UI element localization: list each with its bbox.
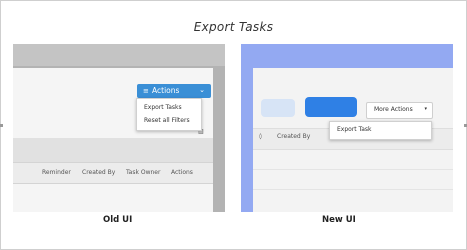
actions-button[interactable]: ≡ Actions ⌄: [137, 84, 211, 98]
column-header-created-by[interactable]: Created By: [277, 133, 310, 140]
new-ui-screenshot: More Actions ▾ ◊ Created By Export Task: [241, 44, 453, 212]
list-icon: ≡: [143, 87, 149, 95]
new-ui-caption: New UI: [322, 215, 356, 225]
new-more-actions-menu: Export Task: [329, 121, 432, 140]
actions-button-label: Actions: [152, 86, 180, 95]
old-actions-menu: Export Tasks Reset all Filters: [136, 98, 202, 131]
column-header-actions[interactable]: Actions: [171, 169, 193, 176]
old-ui-caption: Old UI: [103, 215, 133, 225]
old-filter-band: [13, 138, 213, 162]
more-actions-button[interactable]: More Actions ▾: [366, 102, 433, 119]
table-row-divider: [253, 189, 453, 190]
column-header-created-by[interactable]: Created By: [82, 169, 115, 176]
table-row-divider: [253, 169, 453, 170]
figure-title: Export Tasks: [193, 20, 274, 34]
menu-item-reset-filters[interactable]: Reset all Filters: [144, 117, 190, 124]
old-ui-screenshot: ▥ Reminder Created By Task Owner Actions…: [13, 44, 225, 212]
column-header-task-owner[interactable]: Task Owner: [126, 169, 160, 176]
more-actions-label: More Actions: [374, 106, 413, 113]
sort-icon[interactable]: ◊: [259, 133, 262, 140]
blurred-button-light[interactable]: [261, 99, 295, 117]
column-header-reminder[interactable]: Reminder: [42, 169, 71, 176]
caret-down-icon: ▾: [424, 106, 427, 112]
chevron-down-icon: ⌄: [199, 86, 205, 94]
blurred-button-primary[interactable]: [305, 97, 357, 117]
menu-item-export-task[interactable]: Export Task: [337, 126, 372, 133]
old-top-bar: [13, 44, 225, 66]
frame-marker-left: [0, 124, 3, 127]
menu-item-export-tasks[interactable]: Export Tasks: [144, 104, 182, 111]
